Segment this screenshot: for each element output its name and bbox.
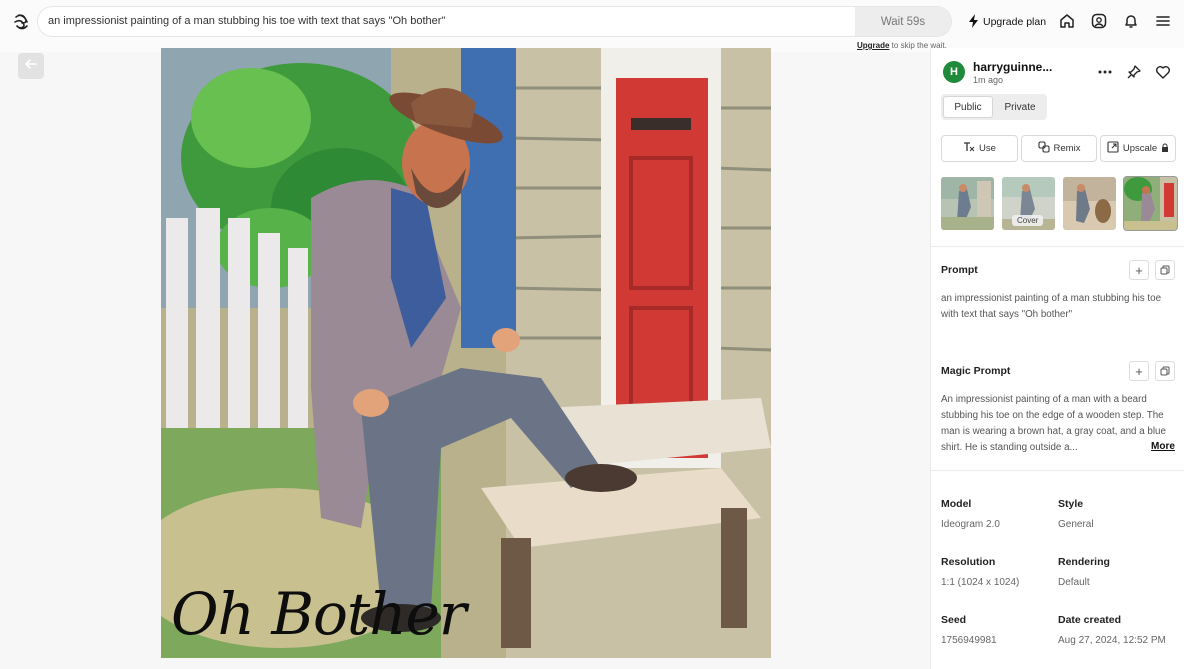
add-prompt-button[interactable]: + — [1129, 260, 1149, 280]
prompt-title: Prompt — [941, 264, 978, 276]
prompt-input-text: an impressionist painting of a man stubb… — [48, 15, 446, 27]
resolution-label: Resolution — [941, 556, 996, 568]
upgrade-link[interactable]: Upgrade — [857, 41, 889, 50]
top-bar: an impressionist painting of a man stubb… — [0, 0, 1184, 52]
thumbnail-1[interactable] — [941, 177, 994, 230]
more-options-icon[interactable] — [1097, 64, 1113, 80]
model-label: Model — [941, 498, 972, 510]
more-link[interactable]: More — [1151, 441, 1175, 452]
remix-button[interactable]: Remix — [1021, 135, 1097, 162]
seed-label: Seed — [941, 614, 967, 626]
cover-badge: Cover — [1012, 215, 1044, 226]
prompt-input[interactable]: an impressionist painting of a man stubb… — [37, 6, 952, 37]
pin-icon[interactable] — [1126, 64, 1142, 80]
model-value: Ideogram 2.0 — [941, 519, 1000, 530]
avatar[interactable]: H — [943, 61, 965, 83]
private-option[interactable]: Private — [995, 96, 1045, 118]
seed-value[interactable]: 1756949981 — [941, 635, 997, 646]
thumbnail-3[interactable] — [1063, 177, 1116, 230]
remix-button-label: Remix — [1053, 143, 1081, 154]
copy-icon — [1160, 263, 1170, 278]
magic-prompt-title: Magic Prompt — [941, 365, 1011, 377]
use-button[interactable]: Use — [941, 135, 1018, 162]
menu-logo-icon[interactable] — [11, 11, 33, 33]
remix-icon — [1037, 141, 1050, 156]
date-created-value: Aug 27, 2024, 12:52 PM — [1058, 635, 1166, 646]
expand-icon — [1107, 141, 1119, 156]
add-magic-prompt-button[interactable]: + — [1129, 361, 1149, 381]
magic-prompt-text: An impressionist painting of a man with … — [941, 394, 1166, 453]
style-label: Style — [1058, 498, 1084, 510]
image-overlay-text: Oh Bother — [171, 580, 467, 648]
divider — [931, 246, 1184, 247]
upgrade-plan-label: Upgrade plan — [983, 16, 1047, 28]
bolt-icon — [968, 13, 979, 31]
copy-magic-prompt-button[interactable] — [1155, 361, 1175, 381]
plus-icon: + — [1135, 262, 1143, 278]
gallery-icon[interactable] — [1090, 12, 1108, 30]
username[interactable]: harryguinne... — [973, 60, 1052, 74]
thumbnail-2[interactable]: Cover — [1002, 177, 1055, 230]
rendering-label: Rendering — [1058, 556, 1110, 568]
back-button[interactable] — [18, 53, 44, 79]
visibility-toggle: Public Private — [941, 94, 1047, 120]
details-panel: H harryguinne... 1m ago Public Private U… — [930, 48, 1184, 669]
divider — [931, 470, 1184, 471]
date-created-label: Date created — [1058, 614, 1122, 626]
prompt-text: an impressionist painting of a man stubb… — [941, 293, 1162, 320]
resolution-value: 1:1 (1024 x 1024) — [941, 577, 1020, 588]
use-button-label: Use — [979, 143, 996, 154]
rendering-value: Default — [1058, 577, 1090, 588]
style-value: General — [1058, 519, 1094, 530]
text-format-icon — [963, 141, 975, 156]
upscale-button-label: Upscale — [1122, 143, 1158, 154]
wait-button[interactable]: Wait 59s — [855, 7, 951, 36]
copy-prompt-button[interactable] — [1155, 260, 1175, 280]
heart-icon[interactable] — [1155, 64, 1171, 80]
arrow-left-icon — [24, 57, 38, 76]
time-ago: 1m ago — [973, 75, 1004, 85]
painting-illustration — [161, 48, 771, 658]
copy-icon — [1160, 364, 1170, 379]
upgrade-plan-button[interactable]: Upgrade plan — [968, 12, 1046, 32]
hamburger-menu-icon[interactable] — [1154, 12, 1172, 30]
thumbnail-4[interactable] — [1123, 176, 1178, 231]
plus-icon: + — [1135, 363, 1143, 379]
generated-image[interactable]: Oh Bother — [161, 48, 771, 658]
upscale-button[interactable]: Upscale — [1100, 135, 1176, 162]
bell-icon[interactable] — [1122, 12, 1140, 30]
home-icon[interactable] — [1058, 12, 1076, 30]
lock-icon — [1161, 143, 1169, 155]
public-option[interactable]: Public — [943, 96, 993, 118]
